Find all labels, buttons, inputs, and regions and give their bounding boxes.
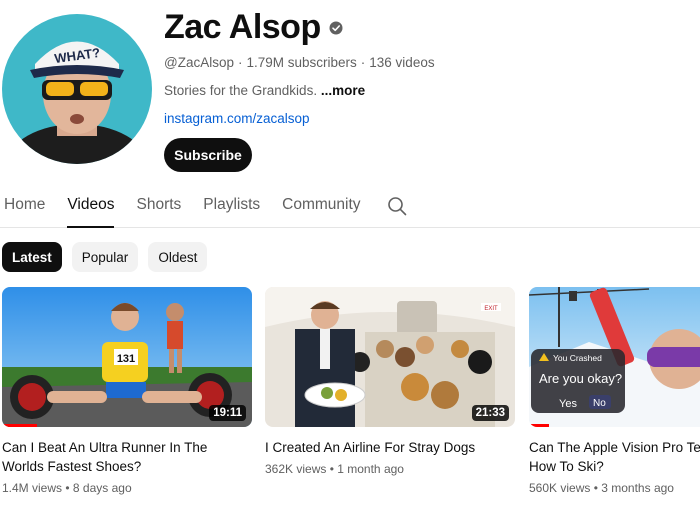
subscriber-count: 1.79M subscribers: [246, 55, 357, 70]
watch-progress-bar: [529, 424, 549, 427]
search-icon[interactable]: [387, 196, 407, 216]
tab-playlists[interactable]: Playlists: [203, 186, 260, 228]
video-views: 1.4M views: [2, 481, 63, 495]
overlay-no-text: No: [593, 398, 606, 409]
verified-badge-icon: [329, 21, 343, 34]
meta-separator: ·: [360, 55, 366, 70]
channel-name-text: Zac Alsop: [164, 8, 321, 46]
overlay-alert-text: You Crashed: [553, 353, 602, 363]
video-duration: 21:33: [471, 405, 509, 421]
video-age: 3 months ago: [601, 481, 674, 495]
meta-separator: ·: [237, 55, 243, 70]
subscribe-button[interactable]: Subscribe: [164, 138, 252, 172]
video-duration: 19:11: [209, 405, 246, 421]
video-meta: 362K views • 1 month ago: [265, 462, 404, 476]
chip-latest[interactable]: Latest: [2, 242, 62, 272]
video-thumbnail[interactable]: EXIT 21:33: [265, 287, 515, 427]
video-card[interactable]: 131 19:11 Can I Beat An Ultra Runner In …: [2, 287, 252, 495]
channel-avatar[interactable]: WHAT?: [2, 14, 152, 164]
video-title[interactable]: I Created An Airline For Stray Dogs: [265, 438, 515, 457]
video-meta: 560K views • 3 months ago: [529, 481, 674, 495]
channel-meta: @ZacAlsop · 1.79M subscribers · 136 videos: [164, 55, 435, 70]
bib-number: 131: [117, 353, 135, 365]
video-count: 136 videos: [369, 55, 435, 70]
video-age: 1 month ago: [337, 462, 404, 476]
video-card[interactable]: You Crashed Are you okay? Yes No Can The…: [529, 287, 700, 495]
video-views: 362K views: [265, 462, 327, 476]
tab-home[interactable]: Home: [4, 186, 45, 228]
video-title[interactable]: Can I Beat An Ultra Runner In The Worlds…: [2, 438, 252, 476]
channel-link[interactable]: instagram.com/zacalsop: [164, 111, 310, 126]
description-text: Stories for the Grandkids.: [164, 83, 318, 98]
tab-videos[interactable]: Videos: [67, 186, 115, 228]
overlay-yes-text: Yes: [559, 398, 577, 410]
tab-shorts[interactable]: Shorts: [136, 186, 181, 228]
exit-sign: EXIT: [484, 306, 498, 312]
video-thumbnail[interactable]: 131 19:11: [2, 287, 252, 427]
channel-name: Zac Alsop: [164, 8, 343, 47]
video-meta: 1.4M views • 8 days ago: [2, 481, 132, 495]
channel-handle: @ZacAlsop: [164, 55, 234, 70]
video-views: 560K views: [529, 481, 591, 495]
video-title[interactable]: Can The Apple Vision Pro Tea How To Ski?: [529, 438, 700, 476]
sort-chips: Latest Popular Oldest: [2, 242, 208, 272]
watch-progress-bar: [2, 424, 37, 427]
chip-oldest[interactable]: Oldest: [148, 242, 208, 272]
video-age: 8 days ago: [72, 481, 132, 495]
chip-popular[interactable]: Popular: [71, 242, 139, 272]
video-card[interactable]: EXIT 21:33 I Created An Airline For Stra…: [265, 287, 515, 476]
channel-description[interactable]: Stories for the Grandkids. ...more: [164, 83, 365, 98]
channel-tabs: Home Videos Shorts Playlists Community: [0, 186, 700, 228]
video-thumbnail[interactable]: You Crashed Are you okay? Yes No: [529, 287, 700, 427]
overlay-question-text: Are you okay?: [539, 371, 622, 386]
more-link[interactable]: ...more: [321, 83, 365, 98]
tab-community[interactable]: Community: [282, 186, 360, 228]
